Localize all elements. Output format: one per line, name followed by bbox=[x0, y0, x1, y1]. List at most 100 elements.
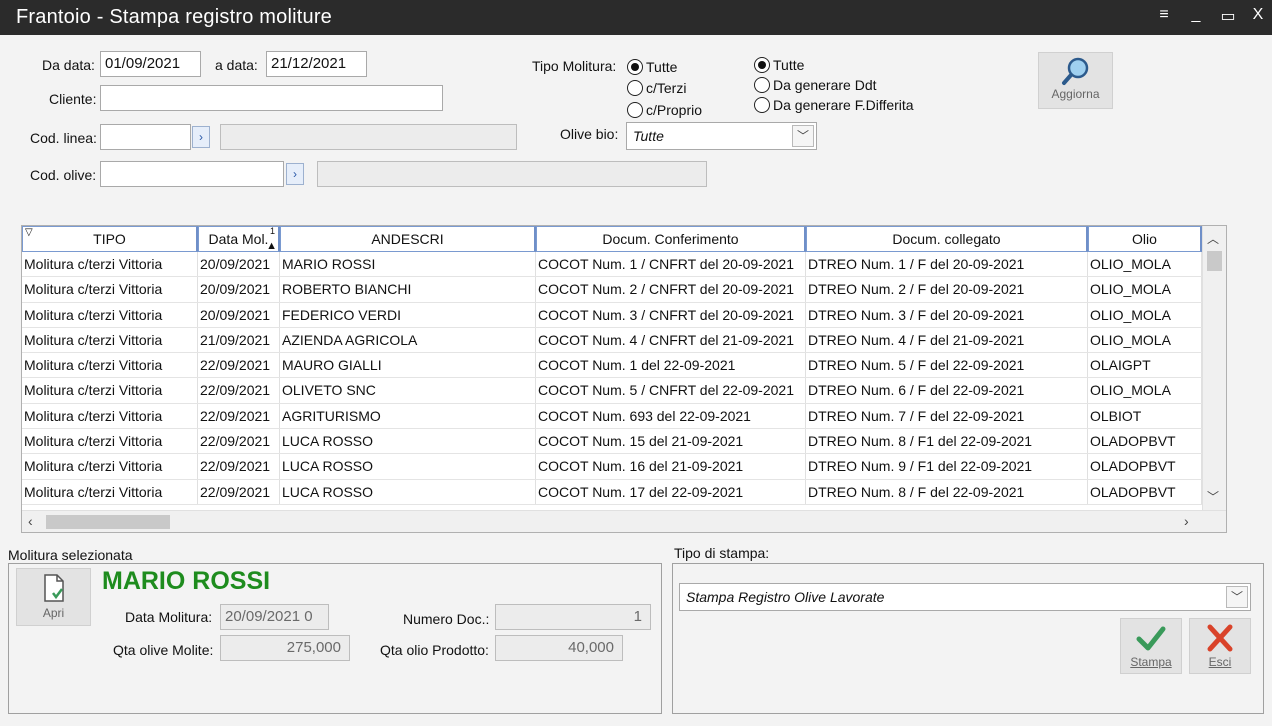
cell-collegato: DTREO Num. 8 / F1 del 22-09-2021 bbox=[806, 429, 1088, 454]
cell-conferimento: COCOT Num. 4 / CNFRT del 21-09-2021 bbox=[536, 327, 806, 353]
esci-label: Esci bbox=[1208, 655, 1232, 669]
column-header-andescri[interactable]: ANDESCRI bbox=[280, 226, 536, 252]
olive-bio-select[interactable]: Tutte ﹀ bbox=[626, 122, 817, 150]
stampa-button[interactable]: Stampa bbox=[1120, 618, 1182, 674]
radio-doc-fdifferita[interactable]: Da generare F.Differita bbox=[754, 97, 914, 113]
table-row[interactable]: Molitura c/terzi Vittoria 22/09/2021 LUCA … bbox=[22, 454, 1202, 480]
radio-tipo-cproprio[interactable]: c/Proprio bbox=[627, 102, 702, 118]
table-row[interactable]: Molitura c/terzi Vittoria 20/09/2021 FEDER… bbox=[22, 302, 1202, 328]
radio-doc-tutte[interactable]: Tutte bbox=[754, 57, 804, 73]
cell-collegato: DTREO Num. 7 / F del 22-09-2021 bbox=[806, 403, 1088, 429]
cell-andescri: LUCA ROSSO bbox=[280, 429, 536, 454]
tipo-stampa-label: Tipo di stampa: bbox=[674, 545, 770, 561]
a-data-label: a data: bbox=[215, 57, 258, 73]
cell-andescri: LUCA ROSSO bbox=[280, 454, 536, 479]
chevron-right-icon[interactable]: › bbox=[1184, 513, 1189, 529]
search-icon bbox=[1061, 57, 1088, 85]
cell-conferimento: COCOT Num. 17 del 22-09-2021 bbox=[536, 479, 806, 504]
radio-dot-icon bbox=[627, 59, 643, 75]
qta-olio-field: 40,000 bbox=[495, 635, 623, 661]
radio-doc-ddt[interactable]: Da generare Ddt bbox=[754, 77, 877, 93]
filter-triangle-icon[interactable]: ▽ bbox=[25, 227, 33, 245]
stampa-label: Stampa bbox=[1130, 655, 1172, 669]
menu-icon[interactable]: ≡ bbox=[1154, 6, 1174, 24]
scrollbar-thumb[interactable] bbox=[46, 515, 170, 529]
column-header-data-mol[interactable]: Data Mol. 1 ▲ bbox=[198, 226, 280, 252]
cell-conferimento: COCOT Num. 5 / CNFRT del 22-09-2021 bbox=[536, 378, 806, 403]
tipo-stampa-value: Stampa Registro Olive Lavorate bbox=[686, 589, 885, 605]
table-row[interactable]: Molitura c/terzi Vittoria 21/09/2021 AZIEN… bbox=[22, 327, 1202, 354]
cell-collegato: DTREO Num. 3 / F del 20-09-2021 bbox=[806, 302, 1088, 327]
aggiorna-button[interactable]: Aggiorna bbox=[1038, 52, 1113, 109]
cell-olio: OLADOPBVT bbox=[1088, 429, 1202, 454]
close-icon[interactable]: X bbox=[1248, 6, 1268, 24]
cell-olio: OLADOPBVT bbox=[1088, 454, 1202, 479]
tipo-stampa-select[interactable]: Stampa Registro Olive Lavorate ﹀ bbox=[679, 583, 1251, 611]
chevron-down-icon[interactable]: ﹀ bbox=[1226, 586, 1248, 608]
grid-body: Molitura c/terzi Vittoria 20/09/2021 MARIO… bbox=[22, 252, 1202, 505]
grid-header: ▽ TIPO Data Mol. 1 ▲ ANDESCRI Docum. Con… bbox=[22, 226, 1202, 252]
cell-tipo: Molitura c/terzi Vittoria bbox=[22, 302, 198, 327]
table-row[interactable]: Molitura c/terzi Vittoria 20/09/2021 MARIO… bbox=[22, 252, 1202, 278]
radio-dot-icon bbox=[754, 97, 770, 113]
chevron-down-icon[interactable]: ﹀ bbox=[1207, 488, 1219, 505]
cod-linea-zoom-button[interactable]: › bbox=[192, 126, 210, 148]
cell-conferimento: COCOT Num. 16 del 21-09-2021 bbox=[536, 454, 806, 479]
tipo-molitura-label: Tipo Molitura: bbox=[532, 58, 617, 74]
cell-tipo: Molitura c/terzi Vittoria bbox=[22, 378, 198, 403]
minimize-icon[interactable]: _ bbox=[1186, 6, 1206, 24]
table-row[interactable]: Molitura c/terzi Vittoria 22/09/2021 AGRIT… bbox=[22, 403, 1202, 430]
cod-olive-zoom-button[interactable]: › bbox=[286, 163, 304, 185]
chevron-up-icon[interactable]: ︿ bbox=[1207, 230, 1219, 247]
cell-conferimento: COCOT Num. 1 del 22-09-2021 bbox=[536, 353, 806, 378]
cell-data-mol: 20/09/2021 bbox=[198, 302, 280, 327]
scrollbar-thumb[interactable] bbox=[1207, 251, 1222, 271]
radio-tipo-tutte[interactable]: Tutte bbox=[627, 59, 677, 75]
cell-tipo: Molitura c/terzi Vittoria bbox=[22, 454, 198, 479]
cell-data-mol: 22/09/2021 bbox=[198, 479, 280, 504]
cell-data-mol: 22/09/2021 bbox=[198, 378, 280, 403]
cell-olio: OLAIGPT bbox=[1088, 353, 1202, 378]
cod-olive-field[interactable] bbox=[100, 161, 284, 187]
chevron-left-icon[interactable]: ‹ bbox=[28, 513, 33, 529]
cell-andescri: MAURO GIALLI bbox=[280, 353, 536, 378]
esci-button[interactable]: Esci bbox=[1189, 618, 1251, 674]
maximize-icon[interactable]: ▭ bbox=[1218, 6, 1238, 26]
a-data-field[interactable]: 21/12/2021 bbox=[266, 51, 367, 77]
table-row[interactable]: Molitura c/terzi Vittoria 22/09/2021 LUCA … bbox=[22, 479, 1202, 505]
molitura-selezionata-label: Molitura selezionata bbox=[8, 547, 133, 563]
cell-olio: OLIO_MOLA bbox=[1088, 302, 1202, 327]
column-header-olio[interactable]: Olio bbox=[1088, 226, 1202, 252]
table-row[interactable]: Molitura c/terzi Vittoria 22/09/2021 LUCA … bbox=[22, 429, 1202, 455]
column-header-collegato[interactable]: Docum. collegato bbox=[806, 226, 1088, 252]
cell-tipo: Molitura c/terzi Vittoria bbox=[22, 252, 198, 277]
close-icon bbox=[1207, 624, 1233, 652]
cliente-field[interactable] bbox=[100, 85, 443, 111]
cell-data-mol: 22/09/2021 bbox=[198, 353, 280, 378]
apri-button[interactable]: Apri bbox=[16, 568, 91, 626]
document-icon bbox=[43, 574, 64, 602]
cod-linea-field[interactable] bbox=[100, 124, 191, 150]
sort-arrow-icon: ▲ bbox=[266, 240, 277, 252]
cell-olio: OLIO_MOLA bbox=[1088, 378, 1202, 403]
da-data-field[interactable]: 01/09/2021 bbox=[100, 51, 201, 77]
chevron-down-icon[interactable]: ﹀ bbox=[792, 125, 814, 147]
column-header-tipo[interactable]: ▽ TIPO bbox=[22, 226, 198, 252]
apri-label: Apri bbox=[42, 606, 65, 620]
column-header-conferimento[interactable]: Docum. Conferimento bbox=[536, 226, 806, 252]
cell-olio: OLBIOT bbox=[1088, 403, 1202, 429]
qta-olive-field: 275,000 bbox=[220, 635, 350, 661]
window-title: Frantoio - Stampa registro moliture bbox=[16, 6, 333, 28]
olive-bio-value: Tutte bbox=[633, 128, 664, 144]
vertical-scrollbar[interactable]: ︿ ﹀ bbox=[1202, 226, 1226, 510]
radio-tipo-cterzi[interactable]: c/Terzi bbox=[627, 80, 686, 96]
cod-linea-label: Cod. linea: bbox=[30, 130, 97, 146]
cell-data-mol: 22/09/2021 bbox=[198, 403, 280, 429]
cell-tipo: Molitura c/terzi Vittoria bbox=[22, 353, 198, 378]
horizontal-scrollbar[interactable]: ‹ › bbox=[22, 510, 1226, 532]
moliture-grid[interactable]: ▽ TIPO Data Mol. 1 ▲ ANDESCRI Docum. Con… bbox=[21, 225, 1227, 533]
table-row[interactable]: Molitura c/terzi Vittoria 20/09/2021 ROBER… bbox=[22, 277, 1202, 303]
cell-andescri: MARIO ROSSI bbox=[280, 252, 536, 277]
table-row[interactable]: Molitura c/terzi Vittoria 22/09/2021 MAURO… bbox=[22, 353, 1202, 379]
table-row[interactable]: Molitura c/terzi Vittoria 22/09/2021 OLIVE… bbox=[22, 378, 1202, 404]
